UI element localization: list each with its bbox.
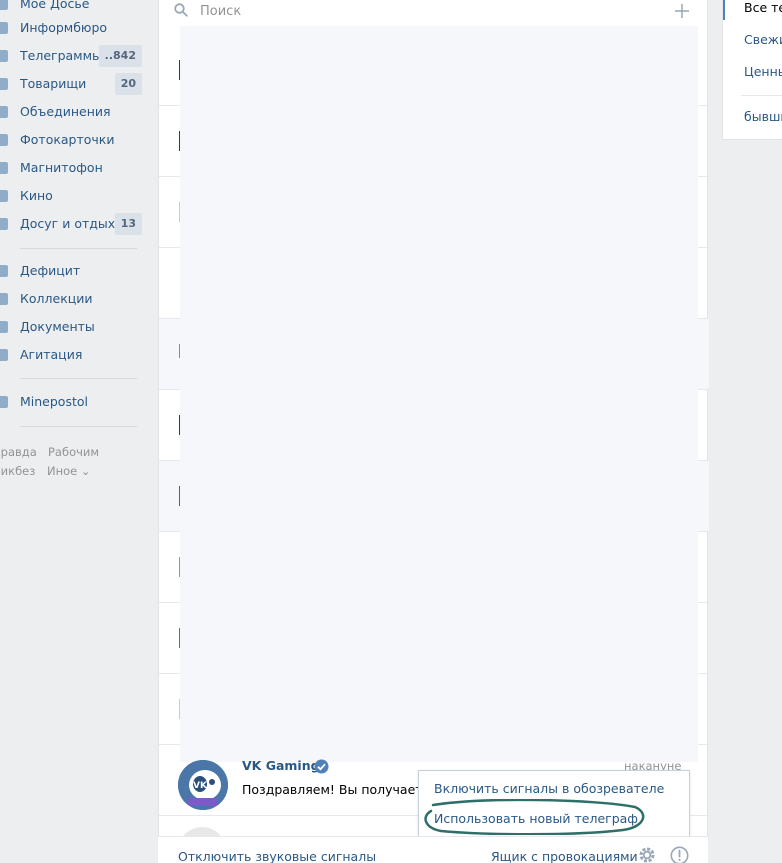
redacted-overlay xyxy=(180,26,698,762)
sidebar-item-label: Информбюро xyxy=(20,20,108,35)
user-icon xyxy=(0,0,8,10)
message-icon xyxy=(0,50,8,62)
camera-icon xyxy=(0,134,8,146)
spam-folder-link[interactable]: Ящик с провокациями xyxy=(491,849,638,863)
sidebar-item-ads[interactable]: Агитация xyxy=(0,341,145,369)
messages-footer: Отключить звуковые сигналы Ящик с провок… xyxy=(158,836,708,863)
counter-badge: 20 xyxy=(114,73,142,95)
filter-former[interactable]: бывши xyxy=(744,109,782,124)
sidebar-item-label: Агитация xyxy=(20,347,83,362)
counter-badge: ..842 xyxy=(98,45,142,67)
sidebar-divider xyxy=(20,378,137,379)
search-bar xyxy=(159,0,709,26)
filter-divider xyxy=(741,95,782,96)
sidebar-item-label: Мое Досье xyxy=(20,0,90,11)
megaphone-icon xyxy=(0,349,8,361)
plus-icon[interactable] xyxy=(673,2,691,20)
message-filters: Все те Свежи Ценны бывши xyxy=(722,0,782,140)
counter-badge: 13 xyxy=(114,213,142,235)
sidebar-item-music[interactable]: Магнитофон xyxy=(0,154,145,182)
news-icon xyxy=(0,22,8,34)
footer-link-rabochim[interactable]: Рабочим xyxy=(48,445,99,459)
alert-icon[interactable] xyxy=(670,846,689,863)
sidebar-item-label: Объединения xyxy=(20,104,111,119)
sidebar-item-label: Кино xyxy=(20,188,53,203)
sidebar-item-label: Дефицит xyxy=(20,263,81,278)
shopping-bag-icon xyxy=(0,265,8,277)
dialog-preview: Поздравляем! Вы получаете xyxy=(242,782,431,797)
vk-gaming-logo-icon: VK xyxy=(178,760,228,810)
sidebar-item-games[interactable]: Досуг и отдых 13 xyxy=(0,210,145,238)
filter-important[interactable]: Ценны xyxy=(744,64,782,79)
sidebar-item-market[interactable]: Дефицит xyxy=(0,257,145,285)
friends-icon xyxy=(0,78,8,90)
sidebar-item-label: Minepostol xyxy=(20,394,88,409)
active-indicator xyxy=(723,0,725,20)
enable-browser-notifications-item[interactable]: Включить сигналы в обозревателе xyxy=(434,781,664,796)
footer-link-likbez[interactable]: Ликбез xyxy=(0,464,35,478)
sidebar-item-label: Фотокарточки xyxy=(20,132,115,147)
search-icon xyxy=(174,3,188,17)
sidebar-divider xyxy=(20,426,137,427)
music-note-icon xyxy=(0,162,8,174)
sidebar-item-label: Документы xyxy=(20,319,95,334)
rocket-icon xyxy=(0,218,8,230)
groups-icon xyxy=(0,106,8,118)
sidebar-item-label: Магнитофон xyxy=(20,160,103,175)
dialog-name[interactable]: VK Gaming xyxy=(242,758,320,773)
annotation-circle xyxy=(424,799,645,835)
sidebar-item-messages[interactable]: Телеграммы ..842 xyxy=(0,42,145,70)
avatar: VK xyxy=(178,760,228,810)
sidebar-item-label: Товарищи xyxy=(20,76,87,91)
sidebar-item-label: Коллекции xyxy=(20,291,93,306)
sidebar-item-groups[interactable]: Объединения xyxy=(0,98,145,126)
gear-icon[interactable] xyxy=(638,846,656,863)
filter-all[interactable]: Все те xyxy=(744,0,782,15)
community-icon xyxy=(0,396,8,408)
sidebar-item-friends[interactable]: Товарищи 20 xyxy=(0,70,145,98)
left-sidebar: Мое Досье Информбюро Телеграммы ..842 То… xyxy=(0,0,145,863)
sidebar-item-news[interactable]: Информбюро xyxy=(0,14,145,42)
sidebar-item-bookmarks[interactable]: Коллекции xyxy=(0,285,145,313)
verified-icon xyxy=(314,759,329,774)
sidebar-item-minepostol[interactable]: Minepostol xyxy=(0,388,145,416)
sidebar-item-documents[interactable]: Документы xyxy=(0,313,145,341)
mute-sounds-link[interactable]: Отключить звуковые сигналы xyxy=(178,849,376,863)
filter-unread[interactable]: Свежи xyxy=(744,32,782,47)
document-icon xyxy=(0,321,8,333)
footer-link-pravda[interactable]: Правда xyxy=(0,445,37,459)
film-icon xyxy=(0,190,8,202)
sidebar-item-photos[interactable]: Фотокарточки xyxy=(0,126,145,154)
footer-link-inoe[interactable]: Иное ⌄ xyxy=(47,464,91,478)
sidebar-divider xyxy=(20,248,137,249)
svg-text:VK: VK xyxy=(193,781,208,791)
sidebar-item-video[interactable]: Кино xyxy=(0,182,145,210)
star-icon xyxy=(0,293,8,305)
sidebar-item-label: Телеграммы xyxy=(20,48,102,63)
search-input[interactable] xyxy=(200,1,640,21)
sidebar-item-label: Досуг и отдых xyxy=(20,216,116,231)
